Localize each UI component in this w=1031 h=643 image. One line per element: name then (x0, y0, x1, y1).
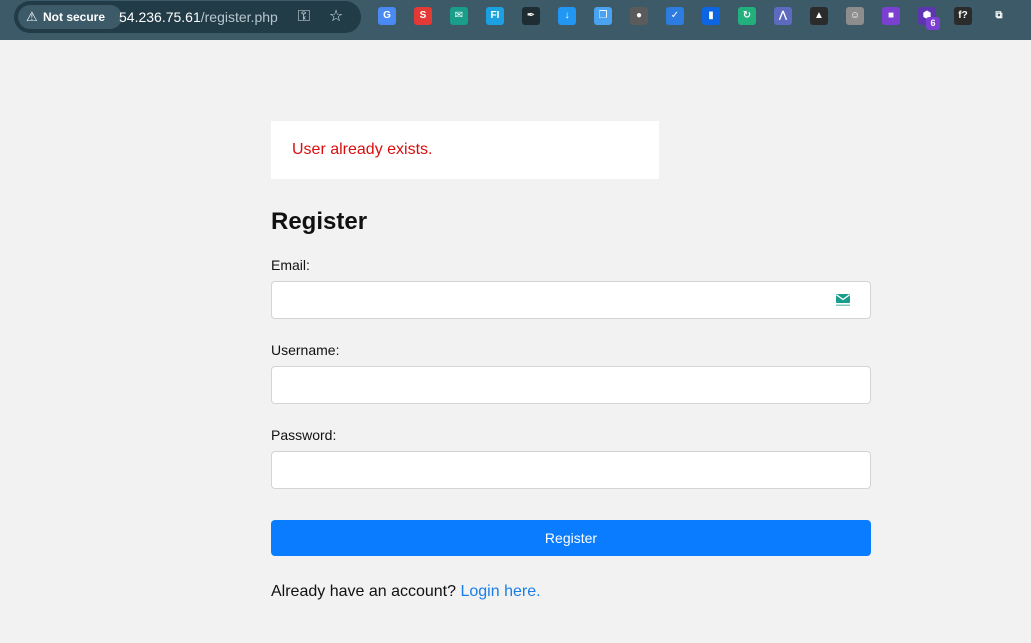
fi-extension-icon[interactable]: FI (486, 7, 504, 25)
login-link[interactable]: Login here. (460, 583, 540, 600)
error-message: User already exists. (292, 141, 433, 158)
password-label: Password: (271, 427, 337, 443)
purple-extension-icon[interactable]: ■ (882, 7, 900, 25)
face-extension-icon[interactable]: ☺ (846, 7, 864, 25)
eyedropper-extension-icon[interactable]: ✒ (522, 7, 540, 25)
share-extension-icon[interactable]: ⋀ (774, 7, 792, 25)
warning-icon: ⚠ (26, 9, 38, 24)
email-field[interactable] (271, 281, 871, 319)
red-circle-extension-icon[interactable]: S (414, 7, 432, 25)
key-icon[interactable]: ⚿ (294, 7, 314, 27)
gray-extension-icon[interactable]: ● (630, 7, 648, 25)
puzzle-extension-icon[interactable]: ⧉ (990, 7, 1008, 25)
login-prompt-text: Already have an account? (271, 583, 461, 600)
extension-badge: 6 (926, 17, 940, 30)
cap-extension-icon[interactable]: ▲ (810, 7, 828, 25)
password-field[interactable] (271, 451, 871, 489)
trello-extension-icon[interactable]: ▮ (702, 7, 720, 25)
email-label: Email: (271, 257, 310, 273)
username-label: Username: (271, 342, 340, 358)
sync-extension-icon[interactable]: ↻ (738, 7, 756, 25)
username-field[interactable] (271, 366, 871, 404)
star-icon[interactable]: ☆ (326, 7, 346, 27)
error-alert: User already exists. (271, 121, 659, 179)
address-bar[interactable]: ⚠ Not secure 54.236.75.61/register.php ⚿ … (14, 1, 361, 33)
browser-toolbar: ⚠ Not secure 54.236.75.61/register.php ⚿ … (0, 0, 1031, 40)
security-indicator[interactable]: ⚠ Not secure (18, 5, 122, 29)
mail-extension-icon[interactable]: ✉ (450, 7, 468, 25)
page-title: Register (271, 208, 368, 235)
font-extension-icon[interactable]: f? (954, 7, 972, 25)
mail-autofill-icon[interactable] (835, 293, 851, 307)
register-button[interactable]: Register (271, 520, 871, 556)
login-prompt: Already have an account? Login here. (271, 583, 541, 601)
url-path: /register.php (200, 9, 278, 25)
translate-extension-icon[interactable]: G (378, 7, 396, 25)
file-check-extension-icon[interactable]: ✓ (666, 7, 684, 25)
url-text[interactable]: 54.236.75.61/register.php (119, 1, 278, 33)
url-host: 54.236.75.61 (119, 9, 201, 25)
download-extension-icon[interactable]: ↓ (558, 7, 576, 25)
copy-extension-icon[interactable]: ❐ (594, 7, 612, 25)
security-label: Not secure (43, 10, 106, 24)
